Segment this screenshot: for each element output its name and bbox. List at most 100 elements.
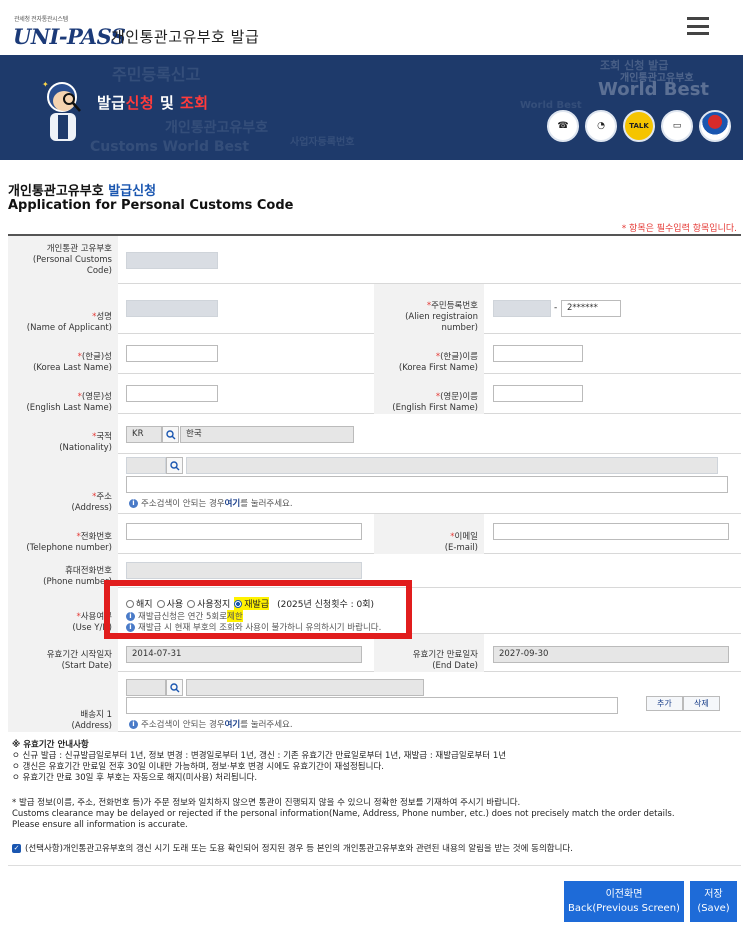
banner-bg-text: Customs World Best [90, 139, 250, 155]
start-date-label-ko: 유효기간 시작일자 [46, 650, 112, 660]
english-last-name-label-en: (English Last Name) [26, 403, 112, 413]
korea-last-name-label: *(한글)성 (Korea Last Name) [8, 334, 118, 374]
english-last-name-field[interactable] [126, 385, 218, 402]
form-row-contact: *전화번호 (Telephone number) *이메일 (E-mail) [8, 514, 741, 554]
end-date-label: 유효기간 만료일자 (End Date) [374, 634, 484, 672]
banner-title-part: 및 [154, 94, 180, 112]
accuracy-warning-line: Customs clearance may be delayed or reje… [12, 809, 675, 819]
nationality-name-field: 한국 [180, 426, 354, 443]
shipping-info-text-post: 를 눌러주세요. [240, 720, 293, 730]
shipping-manual-link[interactable]: 여기 [225, 718, 241, 730]
english-last-name-label-ko: *(영문)성 [77, 392, 112, 402]
name-label-ko: *성명 [92, 312, 112, 322]
nationality-label-ko: *국적 [92, 432, 112, 442]
required-note: * 항목은 필수입력 항목입니다. [621, 224, 737, 234]
shipping-zipcode-field[interactable] [126, 679, 166, 696]
banner-title-part: 신청 [125, 94, 155, 112]
banner-bg-text: 개인통관고유부호 [620, 73, 694, 84]
previous-screen-button[interactable]: 이전화면 Back(Previous Screen) [564, 881, 684, 922]
search-icon [165, 429, 175, 439]
email-label-en: (E-mail) [444, 543, 478, 553]
address-info-text-post: 를 눌러주세요. [240, 499, 293, 509]
start-date-label-en: (Start Date) [61, 661, 112, 671]
validity-notes-heading: ※ 유효기간 안내사항 [12, 740, 89, 750]
korea-last-name-label-ko-text: (한글)성 [81, 352, 112, 362]
shipping-detail-field[interactable] [126, 697, 618, 714]
clock-icon[interactable]: ◔ [585, 110, 617, 142]
top-bar: 관세청 전자통관시스템 UNI-PASS 개인통관고유부호 발급 [0, 0, 743, 55]
nationality-label-ko-text: 국적 [96, 432, 112, 442]
annotation-highlight-box [104, 580, 412, 639]
monitor-icon[interactable]: ▭ [661, 110, 693, 142]
nationality-search-button[interactable] [162, 426, 179, 443]
consent-text: (선택사항)개인통관고유부호의 갱신 시기 도래 또는 도용 확인되어 정지된 … [25, 844, 573, 854]
phone-icon[interactable]: ☎ [547, 110, 579, 142]
korea-first-name-field[interactable] [493, 345, 583, 362]
email-field[interactable] [493, 523, 729, 540]
pcc-value-field [126, 252, 218, 269]
english-first-name-label-ko-text: (영문)이름 [440, 392, 478, 402]
nationality-code-field[interactable]: KR [126, 426, 162, 443]
accuracy-warning-line: Please ensure all information is accurat… [12, 820, 188, 830]
pcc-label: 개인통관 고유부호 (Personal Customs Code) [8, 236, 118, 284]
validity-note-line: ㅇ 갱신은 유효기간 만료일 전후 30일 이내만 가능하며, 정보·부호 변경… [12, 762, 384, 772]
consent-checkbox[interactable]: ✓ [12, 843, 21, 853]
logo-subtitle: 관세청 전자통관시스템 [14, 16, 68, 23]
form-row-korean-name: *(한글)성 (Korea Last Name) *(한글)이름 (Korea … [8, 334, 741, 374]
banner-bg-text: 사업자등록번호 [290, 137, 355, 148]
application-form: 개인통관 고유부호 (Personal Customs Code) *성명 (N… [8, 234, 741, 732]
alien-label-en: (Alien registraion number) [405, 312, 478, 333]
zipcode-field[interactable] [126, 457, 166, 474]
address-info: i 주소검색이 안되는 경우 여기 를 눌러주세요. [129, 497, 293, 509]
address-info-text: 주소검색이 안되는 경우 [141, 499, 225, 509]
notification-consent: ✓ (선택사항)개인통관고유부호의 갱신 시기 도래 또는 도용 확인되어 정지… [12, 842, 573, 854]
nationality-label: *국적 (Nationality) [8, 414, 118, 454]
phone-label-ko: 휴대전화번호 [65, 566, 112, 576]
english-first-name-field[interactable] [493, 385, 583, 402]
validity-notes: ※ 유효기간 안내사항 ㅇ 신규 발급 : 신규발급일로부터 1년, 정보 변경… [12, 740, 506, 784]
telephone-field[interactable] [126, 523, 362, 540]
form-row-dates: 유효기간 시작일자 (Start Date) 2014-07-31 유효기간 만… [8, 634, 741, 672]
email-label: *이메일 (E-mail) [374, 514, 484, 554]
shipping-search-button[interactable] [166, 679, 183, 696]
mascot-icon: ✦ [42, 80, 81, 141]
add-address-button[interactable]: 추가 [646, 696, 683, 711]
form-row-nationality: *국적 (Nationality) KR 한국 [8, 414, 741, 454]
address-label-ko: *주소 [92, 492, 112, 502]
banner-title-part: 발급 [97, 94, 126, 112]
unipass-logo[interactable]: UNI-PASS [13, 24, 126, 49]
korea-first-name-label-ko-text: (한글)이름 [440, 352, 478, 362]
page-title-en: Application for Personal Customs Code [8, 198, 294, 213]
mobile-phone-field[interactable] [126, 562, 362, 579]
korea-first-name-label-en: (Korea First Name) [398, 363, 478, 373]
page-title-part: 발급신청 [108, 184, 157, 199]
english-last-name-label-ko-text: (영문)성 [81, 392, 112, 402]
address-search-button[interactable] [166, 457, 183, 474]
name-label: *성명 (Name of Applicant) [8, 284, 118, 334]
name-label-en: (Name of Applicant) [26, 323, 112, 333]
save-button[interactable]: 저장 (Save) [690, 881, 737, 922]
alien-dash: - [554, 303, 558, 313]
info-icon: i [129, 719, 138, 729]
english-first-name-label-en: (English First Name) [392, 403, 478, 413]
korea-first-name-label: *(한글)이름 (Korea First Name) [374, 334, 484, 374]
alien-number-back-field[interactable]: 2****** [561, 300, 621, 317]
talk-icon-label: TALK [629, 122, 649, 130]
shipping-label: 배송지 1 (Address) [8, 672, 118, 732]
delete-address-button[interactable]: 삭제 [683, 696, 720, 711]
address-manual-link[interactable]: 여기 [225, 497, 241, 509]
previous-button-label-ko: 이전화면 [605, 888, 643, 900]
taegeuk-icon[interactable] [699, 110, 731, 142]
svg-text:✦: ✦ [42, 80, 49, 89]
previous-button-label-en: Back(Previous Screen) [568, 902, 680, 914]
talk-icon[interactable]: TALK [623, 110, 655, 142]
korea-last-name-field[interactable] [126, 345, 218, 362]
address-detail-field[interactable] [126, 476, 728, 493]
hamburger-menu-icon[interactable] [687, 17, 709, 35]
shipping-label-ko: 배송지 1 [80, 710, 112, 720]
alien-number-front-field[interactable] [493, 300, 551, 317]
page-title-part: 개인통관고유부호 [8, 184, 109, 199]
tel-label-ko: *전화번호 [76, 532, 112, 542]
alien-label-ko: *주민등록번호 [426, 301, 478, 311]
name-field[interactable] [126, 300, 218, 317]
